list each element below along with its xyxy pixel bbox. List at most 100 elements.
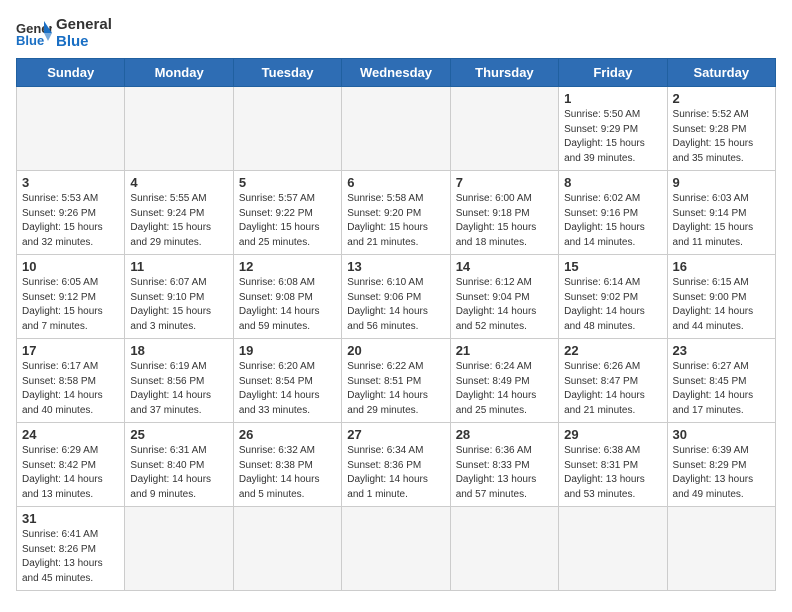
calendar-cell: 9 Sunrise: 6:03 AM Sunset: 9:14 PM Daylig… [667, 171, 775, 255]
calendar-cell: 12 Sunrise: 6:08 AM Sunset: 9:08 PM Dayli… [233, 255, 341, 339]
day-number: 16 [673, 259, 770, 274]
day-info: Sunrise: 6:05 AM Sunset: 9:12 PM Dayligh… [22, 276, 119, 334]
day-info: Sunrise: 6:27 AM Sunset: 8:45 PM Dayligh… [673, 360, 770, 418]
weekday-header-thursday: Thursday [450, 59, 558, 87]
calendar-cell: 4Sunrise: 5:55 AM Sunset: 9:24 PM Daylig… [125, 171, 233, 255]
calendar-cell: 6 Sunrise: 5:58 AM Sunset: 9:20 PM Daylig… [342, 171, 450, 255]
day-info: Sunrise: 6:15 AM Sunset: 9:00 PM Dayligh… [673, 276, 770, 334]
calendar-cell: 16 Sunrise: 6:15 AM Sunset: 9:00 PM Dayli… [667, 255, 775, 339]
day-number: 13 [347, 259, 444, 274]
weekday-header-friday: Friday [559, 59, 667, 87]
calendar-cell: 31 Sunrise: 6:41 AM Sunset: 8:26 PM Dayli… [17, 507, 125, 591]
day-number: 30 [673, 427, 770, 442]
calendar-cell [342, 507, 450, 591]
day-info: Sunrise: 6:14 AM Sunset: 9:02 PM Dayligh… [564, 276, 661, 334]
day-info: Sunrise: 6:17 AM Sunset: 8:58 PM Dayligh… [22, 360, 119, 418]
day-number: 22 [564, 343, 661, 358]
day-number: 2 [673, 91, 770, 106]
day-number: 1 [564, 91, 661, 106]
day-number: 26 [239, 427, 336, 442]
calendar-cell: 10 Sunrise: 6:05 AM Sunset: 9:12 PM Dayli… [17, 255, 125, 339]
calendar-cell [667, 507, 775, 591]
day-number: 18 [130, 343, 227, 358]
calendar-cell [125, 507, 233, 591]
calendar-cell: 13Sunrise: 6:10 AM Sunset: 9:06 PM Dayli… [342, 255, 450, 339]
day-info: Sunrise: 6:26 AM Sunset: 8:47 PM Dayligh… [564, 360, 661, 418]
logo-icon: General Blue [16, 19, 52, 47]
calendar-cell [559, 507, 667, 591]
weekday-header-wednesday: Wednesday [342, 59, 450, 87]
day-number: 17 [22, 343, 119, 358]
calendar-cell: 14Sunrise: 6:12 AM Sunset: 9:04 PM Dayli… [450, 255, 558, 339]
day-number: 28 [456, 427, 553, 442]
weekday-row: SundayMondayTuesdayWednesdayThursdayFrid… [17, 59, 776, 87]
day-info: Sunrise: 6:08 AM Sunset: 9:08 PM Dayligh… [239, 276, 336, 334]
day-info: Sunrise: 5:50 AM Sunset: 9:29 PM Dayligh… [564, 108, 661, 166]
day-number: 3 [22, 175, 119, 190]
calendar-cell: 25 Sunrise: 6:31 AM Sunset: 8:40 PM Dayli… [125, 423, 233, 507]
day-info: Sunrise: 5:57 AM Sunset: 9:22 PM Dayligh… [239, 192, 336, 250]
calendar-cell: 30Sunrise: 6:39 AM Sunset: 8:29 PM Dayli… [667, 423, 775, 507]
day-info: Sunrise: 6:32 AM Sunset: 8:38 PM Dayligh… [239, 444, 336, 502]
calendar-cell: 27Sunrise: 6:34 AM Sunset: 8:36 PM Dayli… [342, 423, 450, 507]
day-info: Sunrise: 6:02 AM Sunset: 9:16 PM Dayligh… [564, 192, 661, 250]
calendar-cell: 8 Sunrise: 6:02 AM Sunset: 9:16 PM Daylig… [559, 171, 667, 255]
day-info: Sunrise: 5:58 AM Sunset: 9:20 PM Dayligh… [347, 192, 444, 250]
day-number: 31 [22, 511, 119, 526]
calendar-cell: 1 Sunrise: 5:50 AM Sunset: 9:29 PM Daylig… [559, 87, 667, 171]
day-info: Sunrise: 6:19 AM Sunset: 8:56 PM Dayligh… [130, 360, 227, 418]
calendar-cell [450, 87, 558, 171]
calendar-cell: 20 Sunrise: 6:22 AM Sunset: 8:51 PM Dayli… [342, 339, 450, 423]
day-number: 21 [456, 343, 553, 358]
calendar-table: SundayMondayTuesdayWednesdayThursdayFrid… [16, 58, 776, 591]
day-number: 24 [22, 427, 119, 442]
calendar-cell: 17 Sunrise: 6:17 AM Sunset: 8:58 PM Dayli… [17, 339, 125, 423]
day-info: Sunrise: 6:34 AM Sunset: 8:36 PM Dayligh… [347, 444, 444, 502]
day-info: Sunrise: 5:52 AM Sunset: 9:28 PM Dayligh… [673, 108, 770, 166]
calendar-body: 1 Sunrise: 5:50 AM Sunset: 9:29 PM Daylig… [17, 87, 776, 591]
calendar-cell: 29 Sunrise: 6:38 AM Sunset: 8:31 PM Dayli… [559, 423, 667, 507]
day-info: Sunrise: 6:22 AM Sunset: 8:51 PM Dayligh… [347, 360, 444, 418]
calendar-cell: 26 Sunrise: 6:32 AM Sunset: 8:38 PM Dayli… [233, 423, 341, 507]
logo: General Blue General Blue [16, 16, 112, 50]
day-info: Sunrise: 6:07 AM Sunset: 9:10 PM Dayligh… [130, 276, 227, 334]
calendar-cell: 5Sunrise: 5:57 AM Sunset: 9:22 PM Daylig… [233, 171, 341, 255]
day-number: 10 [22, 259, 119, 274]
day-info: Sunrise: 6:29 AM Sunset: 8:42 PM Dayligh… [22, 444, 119, 502]
day-info: Sunrise: 6:24 AM Sunset: 8:49 PM Dayligh… [456, 360, 553, 418]
calendar-cell [342, 87, 450, 171]
calendar-cell [17, 87, 125, 171]
day-info: Sunrise: 6:03 AM Sunset: 9:14 PM Dayligh… [673, 192, 770, 250]
day-number: 9 [673, 175, 770, 190]
day-info: Sunrise: 6:38 AM Sunset: 8:31 PM Dayligh… [564, 444, 661, 502]
day-number: 6 [347, 175, 444, 190]
calendar-cell: 2 Sunrise: 5:52 AM Sunset: 9:28 PM Daylig… [667, 87, 775, 171]
day-info: Sunrise: 5:55 AM Sunset: 9:24 PM Dayligh… [130, 192, 227, 250]
calendar-cell [233, 507, 341, 591]
day-number: 8 [564, 175, 661, 190]
day-info: Sunrise: 6:36 AM Sunset: 8:33 PM Dayligh… [456, 444, 553, 502]
day-number: 20 [347, 343, 444, 358]
calendar-cell: 22 Sunrise: 6:26 AM Sunset: 8:47 PM Dayli… [559, 339, 667, 423]
day-number: 25 [130, 427, 227, 442]
day-number: 12 [239, 259, 336, 274]
week-row-5: 24 Sunrise: 6:29 AM Sunset: 8:42 PM Dayli… [17, 423, 776, 507]
week-row-6: 31 Sunrise: 6:41 AM Sunset: 8:26 PM Dayli… [17, 507, 776, 591]
week-row-2: 3 Sunrise: 5:53 AM Sunset: 9:26 PM Daylig… [17, 171, 776, 255]
day-info: Sunrise: 6:41 AM Sunset: 8:26 PM Dayligh… [22, 528, 119, 586]
week-row-3: 10 Sunrise: 6:05 AM Sunset: 9:12 PM Dayli… [17, 255, 776, 339]
calendar-cell: 3 Sunrise: 5:53 AM Sunset: 9:26 PM Daylig… [17, 171, 125, 255]
logo-general: General [56, 16, 112, 33]
weekday-header-tuesday: Tuesday [233, 59, 341, 87]
day-number: 11 [130, 259, 227, 274]
day-number: 29 [564, 427, 661, 442]
day-info: Sunrise: 5:53 AM Sunset: 9:26 PM Dayligh… [22, 192, 119, 250]
calendar-cell [125, 87, 233, 171]
calendar-cell: 23Sunrise: 6:27 AM Sunset: 8:45 PM Dayli… [667, 339, 775, 423]
calendar-cell: 15 Sunrise: 6:14 AM Sunset: 9:02 PM Dayli… [559, 255, 667, 339]
weekday-header-sunday: Sunday [17, 59, 125, 87]
day-number: 15 [564, 259, 661, 274]
day-info: Sunrise: 6:12 AM Sunset: 9:04 PM Dayligh… [456, 276, 553, 334]
weekday-header-saturday: Saturday [667, 59, 775, 87]
day-info: Sunrise: 6:31 AM Sunset: 8:40 PM Dayligh… [130, 444, 227, 502]
